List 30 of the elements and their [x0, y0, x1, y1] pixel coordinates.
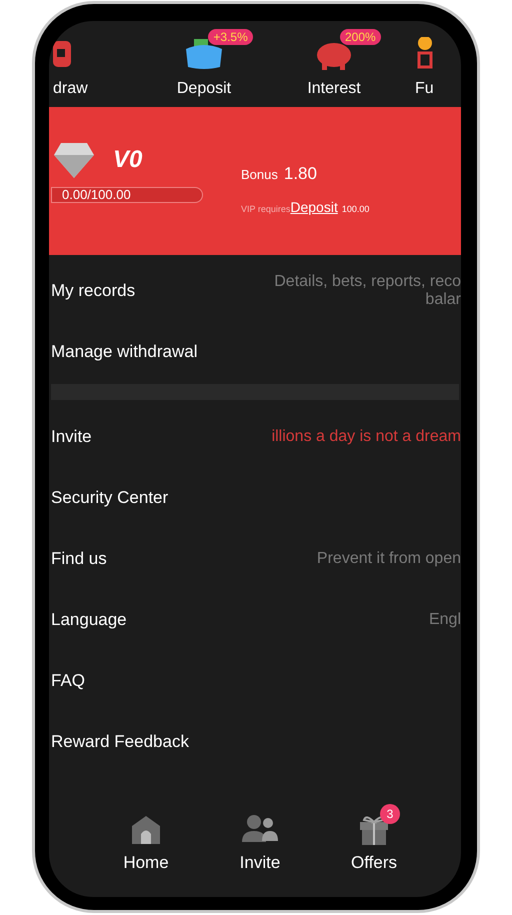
percentage-badge: +3.5%: [208, 29, 253, 45]
deposit-link[interactable]: Deposit: [290, 196, 338, 218]
home-icon: [129, 814, 163, 846]
shortcut-button[interactable]: draw: [49, 29, 149, 101]
menu-detail: Engl: [428, 610, 461, 628]
menu-detail: Prevent it from open: [316, 550, 461, 568]
nav-tab[interactable]: 3 Offers: [339, 804, 409, 875]
required-amount: 100.00: [342, 202, 370, 216]
vip-level: V0: [113, 145, 142, 175]
menu-row[interactable]: Find us Prevent it from open: [49, 528, 461, 589]
nav-tab[interactable]: Invite: [225, 804, 295, 875]
menu-row[interactable]: Language Engl: [49, 589, 461, 650]
menu-detail: Details, bets, reports, reco balar: [274, 272, 461, 308]
vip-requires-text: VIP requires: [241, 202, 290, 216]
notification-badge: 3: [380, 804, 400, 824]
menu-row[interactable]: Manage withdrawal: [49, 321, 461, 382]
shortcut-button[interactable]: +3.5% Deposit: [149, 29, 259, 101]
bonus-value: 1.80: [284, 163, 317, 185]
menu-row[interactable]: My records Details, bets, reports, reco balar: [49, 260, 461, 321]
diamond-icon: [53, 141, 95, 179]
menu-row[interactable]: Invite illions a day is not a dream: [49, 406, 461, 467]
shortcut-button[interactable]: 200% Interest: [259, 29, 409, 101]
bonus-label: Bonus: [241, 166, 278, 184]
menu-detail: illions a day is not a dream: [272, 428, 461, 446]
menu-row[interactable]: Reward Feedback: [49, 711, 461, 772]
shortcut-button[interactable]: Fu: [409, 29, 459, 101]
percentage-badge: 200%: [340, 29, 381, 45]
nav-tab[interactable]: Home: [111, 804, 181, 875]
menu-row[interactable]: Security Center: [49, 467, 461, 528]
menu-row[interactable]: FAQ: [49, 650, 461, 711]
